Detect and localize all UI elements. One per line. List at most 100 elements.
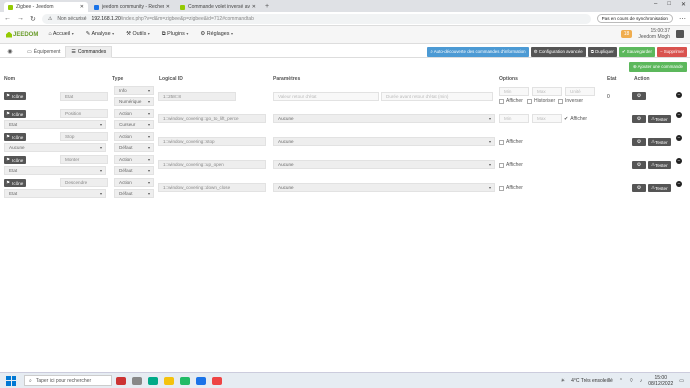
params-select[interactable]: Aucune ▾ <box>273 114 495 123</box>
afficher-checkbox[interactable]: Afficher <box>499 98 523 104</box>
menu-analyse[interactable]: ✎ Analyse ▾ <box>86 31 114 38</box>
close-icon[interactable]: ✕ <box>252 4 256 10</box>
edge-icon[interactable] <box>148 376 158 385</box>
url-input[interactable]: ⚠ Non sécurisé 192.168.1.20/index.php?v=… <box>41 13 591 24</box>
params-select[interactable]: Aucune ▾ <box>273 183 495 192</box>
logical-id-input[interactable]: 1::window_covering::up_open <box>158 160 266 169</box>
icon-button[interactable]: ⚑ Icône <box>4 156 26 164</box>
max-input[interactable]: Max <box>532 87 562 96</box>
value-select[interactable]: Etat ▾ <box>4 189 106 198</box>
taskbar-search[interactable]: ⌕ Taper ici pour rechercher <box>24 375 112 386</box>
afficher-checkbox[interactable]: ✔ Afficher <box>564 116 587 122</box>
forward-arrow-icon[interactable]: → <box>17 15 24 22</box>
params-select[interactable]: Aucune ▾ <box>273 160 495 169</box>
remove-row-button[interactable]: − <box>676 135 682 141</box>
avatar[interactable] <box>676 30 684 38</box>
tab-equipement[interactable]: ▭ Équipement <box>22 47 65 57</box>
subtype-select[interactable]: Curseur ▾ <box>114 120 154 129</box>
folder-icon[interactable] <box>164 376 174 385</box>
afficher-checkbox[interactable]: Afficher <box>499 185 523 191</box>
menu-reglages[interactable]: ⚙ Réglages ▾ <box>200 31 233 38</box>
type-select[interactable]: Action ▾ <box>114 155 154 164</box>
taskbar-clock[interactable]: 15:00 08/12/2022 <box>648 375 673 387</box>
test-button[interactable]: ⚠ Tester <box>648 138 671 146</box>
chrome-icon[interactable] <box>196 376 206 385</box>
historiser-checkbox[interactable]: Historiser <box>527 98 555 104</box>
close-window-button[interactable]: ✕ <box>681 1 686 8</box>
type-select[interactable]: Action ▾ <box>114 178 154 187</box>
test-button[interactable]: ⚠ Tester <box>648 184 671 192</box>
config-gear-button[interactable]: ⚙ <box>632 161 646 169</box>
menu-plugins[interactable]: ⧉ Plugins ▾ <box>162 31 189 38</box>
name-input[interactable]: Etat <box>60 92 108 101</box>
speaker-icon[interactable]: ♪ <box>640 378 643 384</box>
name-input[interactable]: Monter <box>60 155 108 164</box>
windows-start-icon[interactable] <box>6 375 16 386</box>
min-input[interactable]: Min <box>499 114 529 123</box>
more-icon[interactable]: ⋯ <box>679 15 686 23</box>
new-tab-button[interactable]: + <box>265 2 269 12</box>
afficher-checkbox[interactable]: Afficher <box>499 162 523 168</box>
subtype-select[interactable]: Défaut ▾ <box>114 166 154 175</box>
value-select[interactable]: Aucune ▾ <box>4 143 106 152</box>
network-icon[interactable]: ⌔ <box>629 378 634 384</box>
logical-id-input[interactable]: 1::window_covering::stop <box>158 137 266 146</box>
minimize-button[interactable]: – <box>654 1 657 8</box>
min-input[interactable]: Min <box>499 87 529 96</box>
type-select[interactable]: Action ▾ <box>114 109 154 118</box>
name-input[interactable]: Descendre <box>60 178 108 187</box>
save-button[interactable]: ✔ Sauvegarder <box>618 47 655 57</box>
browser-tab-community[interactable]: Commande volet inversé avec la ✕ <box>176 2 260 12</box>
test-button[interactable]: ⚠ Tester <box>648 161 671 169</box>
menu-accueil[interactable]: ⌂ Accueil ▾ <box>48 31 73 38</box>
remove-row-button[interactable]: − <box>676 92 682 98</box>
return-delay-input[interactable]: Durée avant retour d'état (min) <box>381 92 493 101</box>
subtype-select[interactable]: Défaut ▾ <box>114 189 154 198</box>
autodiscover-button[interactable]: ⌕ Auto-découverte des commandes d'inform… <box>427 47 529 57</box>
value-select[interactable]: Etat ▾ <box>4 120 106 129</box>
add-command-button[interactable]: ⊕ Ajouter une commande <box>628 62 687 72</box>
delete-button[interactable]: − Supprimer <box>656 47 687 57</box>
icon-button[interactable]: ⚑ Icône <box>4 110 26 118</box>
tab-commandes[interactable]: ☰ Commandes <box>65 45 113 58</box>
browser-tab-search[interactable]: jeedom community - Recherche ✕ <box>90 2 174 12</box>
max-input[interactable]: Max <box>532 114 562 123</box>
subtype-select[interactable]: Défaut ▾ <box>114 143 154 152</box>
sync-button[interactable]: Pas en cours de synchronisation <box>596 14 673 23</box>
notification-icon[interactable]: ▭ <box>679 378 684 384</box>
value-select[interactable]: Etat ▾ <box>4 166 106 175</box>
maximize-button[interactable]: □ <box>667 1 671 8</box>
back-circle-icon[interactable]: ◉ <box>4 48 16 55</box>
logical-id-input[interactable]: 1::258::8 <box>158 92 236 101</box>
reload-icon[interactable]: ↻ <box>30 15 36 23</box>
unit-input[interactable]: Unité <box>565 87 595 96</box>
logical-id-input[interactable]: 1::window_covering::go_to_lift_perce <box>158 114 266 123</box>
browser-tab-zigbee[interactable]: Zigbee - Jeedom ✕ <box>4 2 88 12</box>
type-select[interactable]: Info ▾ <box>114 86 154 95</box>
subtype-select[interactable]: Numérique ▾ <box>114 97 154 106</box>
task-view-icon[interactable] <box>132 376 142 385</box>
weather-text[interactable]: 4°C Très ensoleillé <box>571 378 613 384</box>
inverser-checkbox[interactable]: Inverser <box>558 98 583 104</box>
user-name[interactable]: Jeedom Mogh <box>638 34 670 40</box>
icon-button[interactable]: ⚑ Icône <box>4 133 26 141</box>
duplicate-button[interactable]: ⧉ Dupliquer <box>587 47 617 57</box>
config-gear-button[interactable]: ⚙ <box>632 115 646 123</box>
name-input[interactable]: Stop <box>60 132 108 141</box>
name-input[interactable]: Position <box>60 109 108 118</box>
state-return-input[interactable]: Valeur retour d'état <box>273 92 379 101</box>
remove-row-button[interactable]: − <box>676 112 682 118</box>
params-select[interactable]: Aucune ▾ <box>273 137 495 146</box>
close-icon[interactable]: ✕ <box>166 4 170 10</box>
logical-id-input[interactable]: 1::window_covering::down_close <box>158 183 266 192</box>
close-icon[interactable]: ✕ <box>80 4 84 10</box>
widgets-icon[interactable] <box>116 376 126 385</box>
icon-button[interactable]: ⚑ Icône <box>4 179 26 187</box>
config-gear-button[interactable]: ⚙ <box>632 92 646 100</box>
config-gear-button[interactable]: ⚙ <box>632 138 646 146</box>
test-button[interactable]: ⚠ Tester <box>648 115 671 123</box>
remove-row-button[interactable]: − <box>676 158 682 164</box>
config-gear-button[interactable]: ⚙ <box>632 184 646 192</box>
remove-row-button[interactable]: − <box>676 181 682 187</box>
store-icon[interactable] <box>180 376 190 385</box>
